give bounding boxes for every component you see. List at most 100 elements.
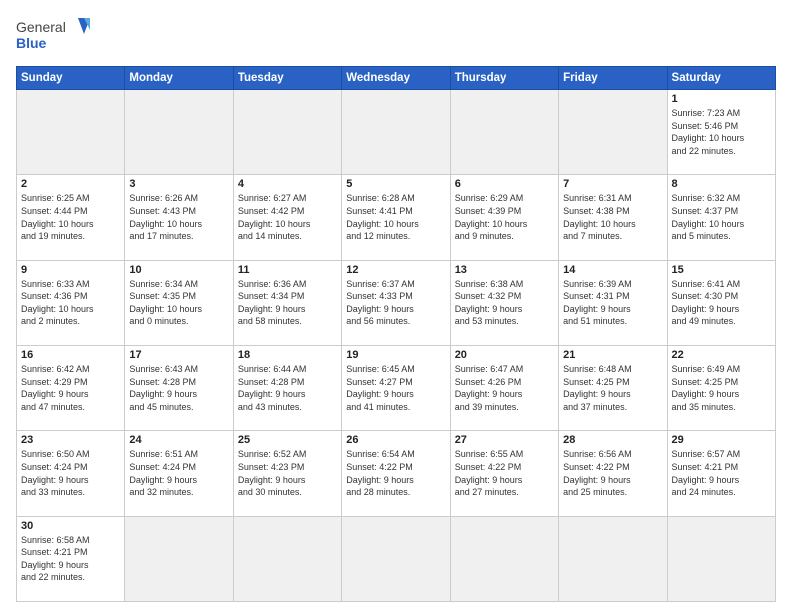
calendar-cell [125, 516, 233, 601]
day-info: Sunrise: 6:44 AM Sunset: 4:28 PM Dayligh… [238, 363, 337, 413]
day-info: Sunrise: 6:55 AM Sunset: 4:22 PM Dayligh… [455, 448, 554, 498]
day-number: 22 [672, 349, 771, 361]
calendar-cell: 7 Sunrise: 6:31 AM Sunset: 4:38 PM Daylig… [559, 175, 667, 260]
calendar-cell: 11 Sunrise: 6:36 AM Sunset: 4:34 PM Dayli… [233, 260, 341, 345]
header: General Blue [16, 14, 776, 58]
day-number: 16 [21, 349, 120, 361]
calendar-cell: 10Sunrise: 6:34 AM Sunset: 4:35 PM Dayli… [125, 260, 233, 345]
day-info: Sunrise: 6:37 AM Sunset: 4:33 PM Dayligh… [346, 278, 445, 328]
day-info: Sunrise: 6:42 AM Sunset: 4:29 PM Dayligh… [21, 363, 120, 413]
day-number: 10 [129, 264, 228, 276]
day-info: Sunrise: 6:31 AM Sunset: 4:38 PM Dayligh… [563, 192, 662, 242]
calendar-cell: 12 Sunrise: 6:37 AM Sunset: 4:33 PM Dayli… [342, 260, 450, 345]
day-info: Sunrise: 6:45 AM Sunset: 4:27 PM Dayligh… [346, 363, 445, 413]
day-number: 19 [346, 349, 445, 361]
weekday-header-tuesday: Tuesday [233, 67, 341, 90]
calendar-cell [667, 516, 775, 601]
calendar-cell: 16 Sunrise: 6:42 AM Sunset: 4:29 PM Dayli… [17, 345, 125, 430]
svg-text:Blue: Blue [16, 35, 47, 51]
day-number: 9 [21, 264, 120, 276]
day-number: 25 [238, 434, 337, 446]
generalblue-logo-icon: General Blue [16, 14, 96, 58]
day-number: 24 [129, 434, 228, 446]
calendar-cell [233, 516, 341, 601]
calendar-cell: 23 Sunrise: 6:50 AM Sunset: 4:24 PM Dayli… [17, 431, 125, 516]
day-number: 7 [563, 178, 662, 190]
calendar-cell [342, 516, 450, 601]
calendar-cell: 17 Sunrise: 6:43 AM Sunset: 4:28 PM Dayli… [125, 345, 233, 430]
calendar-cell: 28Sunrise: 6:56 AM Sunset: 4:22 PM Dayli… [559, 431, 667, 516]
day-info: Sunrise: 6:26 AM Sunset: 4:43 PM Dayligh… [129, 192, 228, 242]
calendar-cell: 14 Sunrise: 6:39 AM Sunset: 4:31 PM Dayli… [559, 260, 667, 345]
calendar-cell [450, 90, 558, 175]
day-number: 28 [563, 434, 662, 446]
calendar-cell: 30Sunrise: 6:58 AM Sunset: 4:21 PM Dayli… [17, 516, 125, 601]
day-number: 6 [455, 178, 554, 190]
svg-text:General: General [16, 19, 66, 35]
day-info: Sunrise: 6:32 AM Sunset: 4:37 PM Dayligh… [672, 192, 771, 242]
calendar-cell: 8Sunrise: 6:32 AM Sunset: 4:37 PM Daylig… [667, 175, 775, 260]
weekday-header-thursday: Thursday [450, 67, 558, 90]
calendar-cell: 1Sunrise: 7:23 AM Sunset: 5:46 PM Daylig… [667, 90, 775, 175]
calendar-cell [17, 90, 125, 175]
calendar-cell: 26 Sunrise: 6:54 AM Sunset: 4:22 PM Dayli… [342, 431, 450, 516]
weekday-header-monday: Monday [125, 67, 233, 90]
day-number: 21 [563, 349, 662, 361]
day-info: Sunrise: 7:23 AM Sunset: 5:46 PM Dayligh… [672, 107, 771, 157]
day-number: 12 [346, 264, 445, 276]
day-number: 18 [238, 349, 337, 361]
calendar-cell: 25 Sunrise: 6:52 AM Sunset: 4:23 PM Dayli… [233, 431, 341, 516]
weekday-header-friday: Friday [559, 67, 667, 90]
calendar-cell: 18 Sunrise: 6:44 AM Sunset: 4:28 PM Dayli… [233, 345, 341, 430]
day-info: Sunrise: 6:58 AM Sunset: 4:21 PM Dayligh… [21, 534, 120, 584]
calendar-cell: 6 Sunrise: 6:29 AM Sunset: 4:39 PM Daylig… [450, 175, 558, 260]
calendar-cell: 21 Sunrise: 6:48 AM Sunset: 4:25 PM Dayli… [559, 345, 667, 430]
calendar-cell: 19 Sunrise: 6:45 AM Sunset: 4:27 PM Dayli… [342, 345, 450, 430]
day-number: 2 [21, 178, 120, 190]
day-number: 14 [563, 264, 662, 276]
day-info: Sunrise: 6:54 AM Sunset: 4:22 PM Dayligh… [346, 448, 445, 498]
day-number: 4 [238, 178, 337, 190]
day-info: Sunrise: 6:36 AM Sunset: 4:34 PM Dayligh… [238, 278, 337, 328]
day-number: 27 [455, 434, 554, 446]
day-info: Sunrise: 6:33 AM Sunset: 4:36 PM Dayligh… [21, 278, 120, 328]
day-info: Sunrise: 6:39 AM Sunset: 4:31 PM Dayligh… [563, 278, 662, 328]
day-number: 29 [672, 434, 771, 446]
weekday-header-sunday: Sunday [17, 67, 125, 90]
day-number: 17 [129, 349, 228, 361]
calendar-cell: 9 Sunrise: 6:33 AM Sunset: 4:36 PM Daylig… [17, 260, 125, 345]
day-info: Sunrise: 6:49 AM Sunset: 4:25 PM Dayligh… [672, 363, 771, 413]
calendar-cell [342, 90, 450, 175]
page: General Blue SundayMondayTuesdayWednesda… [0, 0, 792, 612]
calendar-cell: 13Sunrise: 6:38 AM Sunset: 4:32 PM Dayli… [450, 260, 558, 345]
calendar-cell: 4Sunrise: 6:27 AM Sunset: 4:42 PM Daylig… [233, 175, 341, 260]
day-number: 11 [238, 264, 337, 276]
day-info: Sunrise: 6:48 AM Sunset: 4:25 PM Dayligh… [563, 363, 662, 413]
calendar-cell: 24 Sunrise: 6:51 AM Sunset: 4:24 PM Dayli… [125, 431, 233, 516]
calendar-cell [233, 90, 341, 175]
day-info: Sunrise: 6:57 AM Sunset: 4:21 PM Dayligh… [672, 448, 771, 498]
calendar-cell [559, 516, 667, 601]
calendar-cell [125, 90, 233, 175]
day-info: Sunrise: 6:52 AM Sunset: 4:23 PM Dayligh… [238, 448, 337, 498]
day-number: 23 [21, 434, 120, 446]
day-info: Sunrise: 6:41 AM Sunset: 4:30 PM Dayligh… [672, 278, 771, 328]
day-info: Sunrise: 6:25 AM Sunset: 4:44 PM Dayligh… [21, 192, 120, 242]
calendar-cell: 15Sunrise: 6:41 AM Sunset: 4:30 PM Dayli… [667, 260, 775, 345]
day-info: Sunrise: 6:50 AM Sunset: 4:24 PM Dayligh… [21, 448, 120, 498]
day-info: Sunrise: 6:47 AM Sunset: 4:26 PM Dayligh… [455, 363, 554, 413]
day-number: 20 [455, 349, 554, 361]
weekday-header-saturday: Saturday [667, 67, 775, 90]
day-info: Sunrise: 6:29 AM Sunset: 4:39 PM Dayligh… [455, 192, 554, 242]
logo: General Blue [16, 14, 96, 58]
calendar-cell: 20 Sunrise: 6:47 AM Sunset: 4:26 PM Dayli… [450, 345, 558, 430]
weekday-header-wednesday: Wednesday [342, 67, 450, 90]
calendar-cell [559, 90, 667, 175]
calendar-cell [450, 516, 558, 601]
day-number: 13 [455, 264, 554, 276]
day-info: Sunrise: 6:43 AM Sunset: 4:28 PM Dayligh… [129, 363, 228, 413]
calendar-cell: 3Sunrise: 6:26 AM Sunset: 4:43 PM Daylig… [125, 175, 233, 260]
day-number: 26 [346, 434, 445, 446]
calendar-cell: 22 Sunrise: 6:49 AM Sunset: 4:25 PM Dayli… [667, 345, 775, 430]
day-info: Sunrise: 6:51 AM Sunset: 4:24 PM Dayligh… [129, 448, 228, 498]
